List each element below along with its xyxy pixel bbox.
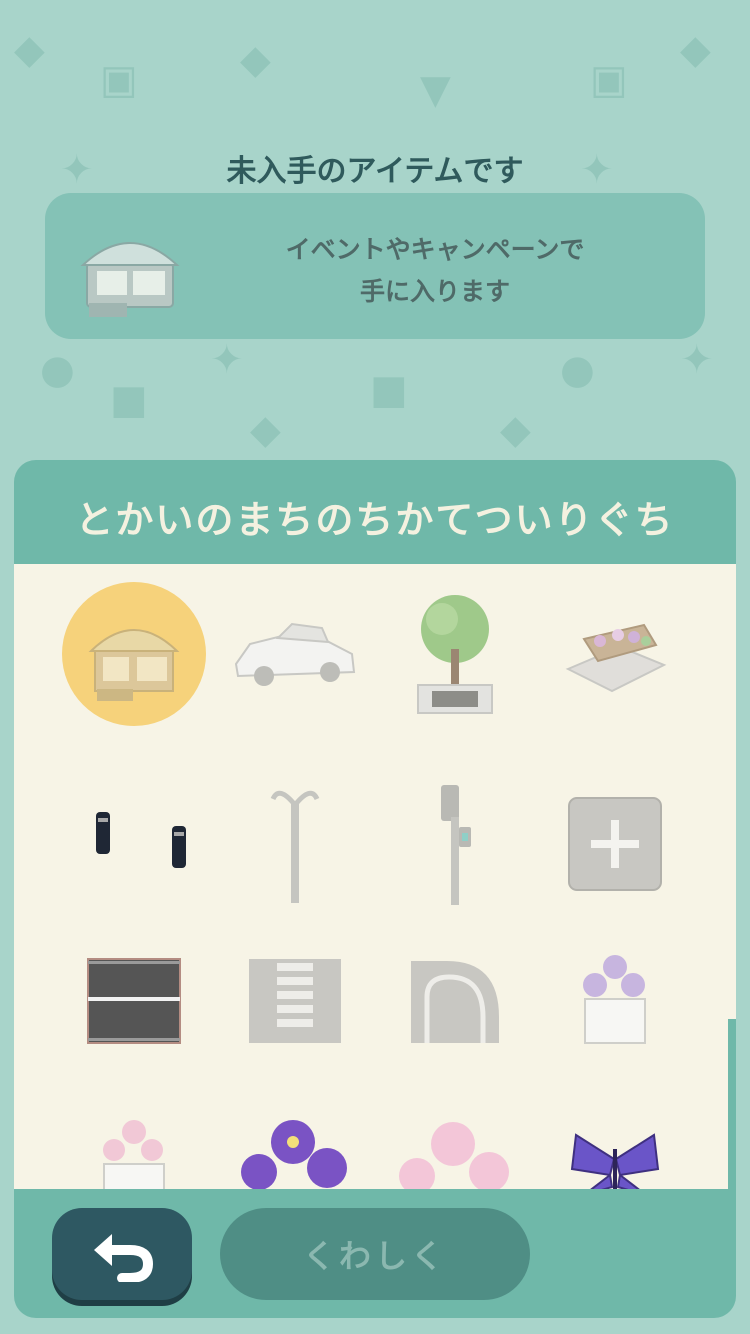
purple-pansy-icon [241,1120,347,1189]
item-purple-pansy[interactable] [220,1089,370,1189]
item-bollards[interactable] [59,769,209,919]
purple-flower-planter-icon [583,955,646,1044]
item-road-straight[interactable] [59,926,209,1076]
pink-flower-icon [399,1122,509,1189]
road-curve-icon [411,961,499,1043]
notice-box: イベントやキャンペーンで 手に入ります [45,193,705,339]
bollards-icon [96,812,186,868]
tree-planter-icon [417,595,493,714]
detail-button[interactable]: くわしく [220,1208,530,1300]
notice-line-2: 手に入ります [359,277,510,306]
item-flowerbed[interactable] [540,579,690,729]
flowerbed-icon [565,623,667,693]
chair-icon: ▣ [590,57,628,103]
item-kiosk[interactable] [59,579,209,729]
car-icon: ■ [110,377,148,423]
notice-line-1: イベントやキャンペーンで [285,235,585,264]
item-traffic-light[interactable] [380,769,530,919]
butterfly-icon [570,1133,660,1189]
undo-arrow-icon [94,1234,154,1282]
item-crosswalk[interactable] [220,926,370,1076]
car-icon [234,622,356,686]
grid-scrollbar[interactable] [728,564,736,1019]
panel-title: とかいのまちのちかてついりぐち [75,498,675,542]
shirt-icon: ▼ [420,67,451,113]
item-grid[interactable] [14,564,728,1189]
traffic-light-icon [441,785,471,905]
item-tree-planter[interactable] [380,579,530,729]
fish-icon: ◆ [250,407,281,453]
notice-title: 未入手のアイテムです [226,154,524,189]
back-button[interactable] [52,1208,192,1300]
fish-icon: ◆ [680,27,711,73]
item-road-curve[interactable] [380,926,530,1076]
butterfly-icon: ✦ [210,337,244,383]
item-purple-flower-planter[interactable] [540,926,690,1076]
crosswalk-icon [249,959,341,1043]
notice-message: イベントやキャンペーンで 手に入ります [235,229,635,313]
item-pink-flower-planter[interactable] [59,1089,209,1189]
fish-icon: ◆ [240,37,271,83]
fish-icon: ◆ [500,407,531,453]
set-panel: とかいのまちのちかてついりぐち くわしく [14,460,736,1318]
streetlamp-icon [270,790,320,903]
car-icon: ■ [370,367,408,413]
pink-flower-planter-icon [103,1120,165,1189]
item-add-tile[interactable] [540,769,690,919]
chair-icon: ▣ [100,57,138,103]
fish-icon: ◆ [14,27,45,73]
butterfly-icon: ✦ [680,337,714,383]
kiosk-icon [88,629,180,701]
apple-icon: ● [40,347,75,393]
road-straight-icon [87,958,181,1044]
apple-icon: ● [560,347,595,393]
add-tile-icon [568,797,662,891]
kiosk-icon [80,242,180,317]
item-car[interactable] [220,579,370,729]
item-butterfly[interactable] [540,1089,690,1189]
item-streetlamp[interactable] [220,769,370,919]
item-pink-flower[interactable] [380,1089,530,1189]
